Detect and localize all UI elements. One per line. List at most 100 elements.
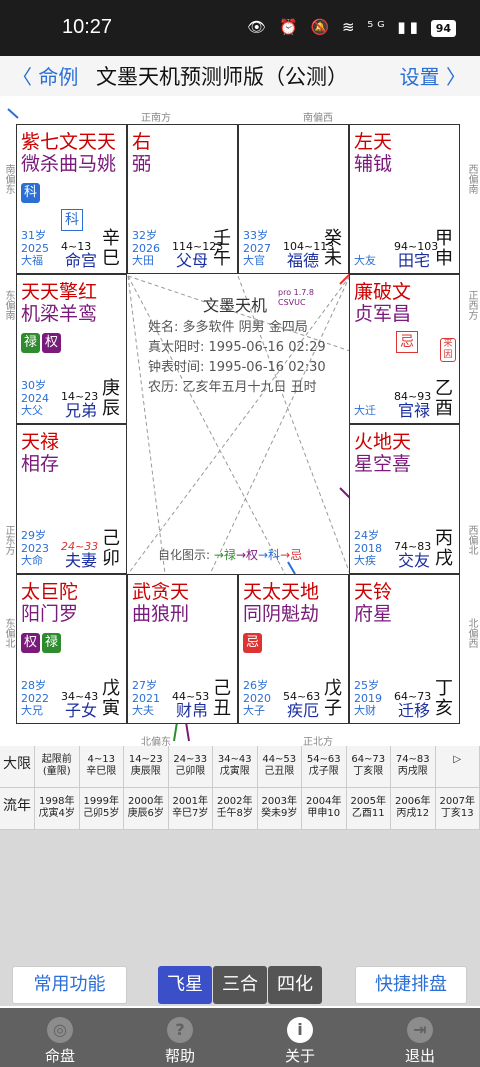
daxian-cell[interactable]: ▷ bbox=[435, 746, 480, 788]
palace-ganzhi: 癸未 bbox=[324, 228, 342, 269]
liunian-cell[interactable]: 2007年 丁亥13 bbox=[435, 788, 480, 830]
ziwei-chart: 正南方 南偏西 北偏东 正北方 南偏东 东偏南 正东方 东偏北 西偏南 正西方 … bbox=[0, 96, 480, 748]
stars-bottom: 相存 bbox=[21, 453, 60, 475]
liunian-cell[interactable]: 2002年 壬午8岁 bbox=[213, 788, 258, 830]
self-hua-prefix: 自化图示: bbox=[158, 548, 211, 562]
stars-top: 紫七文天天 bbox=[21, 131, 117, 153]
info-name: 姓名: 多多软件 阴男 金四局 bbox=[148, 320, 308, 335]
palace-ganzhi: 戊子 bbox=[324, 678, 342, 719]
palace-name: 命宫 bbox=[65, 251, 98, 270]
daxian-cell[interactable]: 起限前 (童限) bbox=[35, 746, 80, 788]
palace-age: 27岁 2021 bbox=[132, 679, 160, 705]
self-hua-quan: →权 bbox=[235, 548, 258, 562]
tab-about[interactable]: i 关于 bbox=[255, 1008, 345, 1067]
daxian-cell[interactable]: 4~13 辛巳限 bbox=[79, 746, 124, 788]
palace-name: 官禄 bbox=[398, 401, 431, 420]
palace-2[interactable]: 33岁 2027 大官 104~113 福德 癸未 bbox=[238, 124, 349, 274]
palace-name: 福德 bbox=[287, 251, 320, 270]
tab-sanhe[interactable]: 三合 bbox=[213, 966, 267, 1004]
liunian-cell[interactable]: 2004年 甲申10 bbox=[302, 788, 347, 830]
palace-age-text: 30岁 bbox=[21, 379, 46, 392]
tab-exit-label: 退出 bbox=[404, 1047, 435, 1065]
tab-about-label: 关于 bbox=[284, 1047, 315, 1065]
palace-name: 兄弟 bbox=[65, 401, 98, 420]
palace-age-text: 26岁 bbox=[243, 679, 268, 692]
palace-age-text: 29岁 bbox=[21, 529, 46, 542]
hua-badge: 权 bbox=[21, 633, 40, 653]
stars-bottom: 府星 bbox=[354, 603, 393, 625]
liunian-row: 流年 1998年 戊寅4岁 1999年 己卯5岁 2000年 庚辰6岁 2001年 辛巳… bbox=[0, 788, 480, 830]
palace-stars: 天禄 相存 bbox=[21, 431, 59, 479]
version-text: pro 1.7.8 bbox=[278, 288, 314, 297]
tab-mingpan[interactable]: ◎ 命盘 bbox=[15, 1008, 105, 1067]
palace-1[interactable]: 右弼 32岁 2026 大田 114~123 父母 壬午 bbox=[127, 124, 238, 274]
palace-0[interactable]: 紫七文天天 微杀曲马姚科科 31岁 2025 大福 4~13 命宫 辛巳 bbox=[16, 124, 127, 274]
liunian-cell[interactable]: 1998年 戊寅4岁 bbox=[35, 788, 80, 830]
palace-stars: 太巨陀 阳门罗权禄 bbox=[21, 581, 78, 653]
palace-stars: 火地天 星空喜 bbox=[354, 431, 411, 479]
hua-badge: 权 bbox=[42, 333, 61, 353]
badges: 科 bbox=[21, 179, 116, 203]
daxian-cell[interactable]: 64~73 丁亥限 bbox=[346, 746, 391, 788]
liunian-cell[interactable]: 2006年 丙戌12 bbox=[391, 788, 436, 830]
palace-name: 父母 bbox=[176, 251, 209, 270]
common-functions-button[interactable]: 常用功能 bbox=[12, 966, 127, 1004]
palace-dayun: 大友 bbox=[354, 254, 376, 267]
mark-icon: 忌 bbox=[396, 331, 418, 353]
palace-dayun: 大子 bbox=[243, 704, 265, 717]
daxian-cell[interactable]: 34~43 戊寅限 bbox=[213, 746, 258, 788]
palace-4[interactable]: 天天擎红 机梁羊鸾禄权 30岁 2024 大父 14~23 兄弟 庚辰 bbox=[16, 274, 127, 424]
daxian-cell[interactable]: 24~33 己卯限 bbox=[168, 746, 213, 788]
liunian-label: 流年 bbox=[0, 788, 35, 830]
battery-icon: 94 bbox=[430, 20, 456, 37]
tab-fly-star[interactable]: 飞星 bbox=[158, 966, 212, 1004]
self-hua-ji: →忌 bbox=[280, 548, 303, 562]
palace-11[interactable]: 天铃 府星 25岁 2019 大财 64~73 迁移 丁亥 bbox=[349, 574, 460, 724]
bottom-tab-bar: ◎ 命盘 ? 帮助 i 关于 ⇥ 退出 bbox=[0, 1008, 480, 1067]
nav-bar: 〈 命例 文墨天机预测师版（公测） 设置 〉 bbox=[0, 56, 480, 96]
daxian-cell[interactable]: 54~63 戊子限 bbox=[302, 746, 347, 788]
laiyin-tag: 来因 bbox=[440, 338, 456, 362]
palace-dayun: 大兄 bbox=[21, 704, 43, 717]
tab-help[interactable]: ? 帮助 bbox=[135, 1008, 225, 1067]
liunian-cell[interactable]: 2005年 乙酉11 bbox=[346, 788, 391, 830]
back-button[interactable]: 〈 命例 bbox=[12, 61, 78, 90]
palace-7[interactable]: 火地天 星空喜 24岁 2018 大疾 74~83 交友 丙戌 bbox=[349, 424, 460, 574]
palace-age: 25岁 2019 bbox=[354, 679, 382, 705]
liunian-cell[interactable]: 1999年 己卯5岁 bbox=[79, 788, 124, 830]
palace-age-text: 28岁 bbox=[21, 679, 46, 692]
palace-8[interactable]: 太巨陀 阳门罗权禄 28岁 2022 大兄 34~43 子女 戊寅 bbox=[16, 574, 127, 724]
daxian-label: 大限 bbox=[0, 746, 35, 788]
palace-stars: 右弼 bbox=[132, 131, 151, 179]
hua-badge: 禄 bbox=[21, 333, 40, 353]
palace-3[interactable]: 左天 辅钺 大友 94~103 田宅 甲申 bbox=[349, 124, 460, 274]
palace-stars: 廉破文 贞军昌忌 bbox=[354, 281, 418, 353]
stars-top: 火地天 bbox=[354, 431, 412, 453]
palace-age: 29岁 2023 bbox=[21, 529, 49, 555]
palace-age: 31岁 2025 bbox=[21, 229, 49, 255]
daxian-cell[interactable]: 14~23 庚辰限 bbox=[124, 746, 169, 788]
stars-bottom: 星空喜 bbox=[354, 453, 412, 475]
liunian-cell[interactable]: 2003年 癸未9岁 bbox=[257, 788, 302, 830]
palace-ganzhi: 壬午 bbox=[213, 228, 231, 269]
daxian-cell[interactable]: 74~83 丙戌限 bbox=[391, 746, 436, 788]
palace-age: 30岁 2024 bbox=[21, 379, 49, 405]
stars-top: 太巨陀 bbox=[21, 581, 79, 603]
palace-6[interactable]: 天禄 相存 29岁 2023 大命 24~33 夫妻 己卯 bbox=[16, 424, 127, 574]
liunian-cell[interactable]: 2000年 庚辰6岁 bbox=[124, 788, 169, 830]
tab-mingpan-label: 命盘 bbox=[44, 1047, 75, 1065]
palace-age-text: 31岁 bbox=[21, 229, 46, 242]
tab-exit[interactable]: ⇥ 退出 bbox=[375, 1008, 465, 1067]
stars-bottom: 机梁羊鸾 bbox=[21, 303, 98, 325]
liunian-cell[interactable]: 2001年 辛巳7岁 bbox=[168, 788, 213, 830]
self-hua-lu: →禄 bbox=[213, 548, 236, 562]
palace-dayun: 大财 bbox=[354, 704, 376, 717]
stars-top: 天天擎红 bbox=[21, 281, 98, 303]
daxian-cell[interactable]: 44~53 己丑限 bbox=[257, 746, 302, 788]
palace-ganzhi: 戊寅 bbox=[102, 678, 120, 719]
quick-chart-button[interactable]: 快捷排盘 bbox=[355, 966, 467, 1004]
stars-bottom: 弼 bbox=[132, 153, 152, 175]
csvuc-text: CSVUC bbox=[278, 298, 306, 307]
settings-button[interactable]: 设置 〉 bbox=[400, 61, 466, 90]
tab-sihua[interactable]: 四化 bbox=[268, 966, 322, 1004]
